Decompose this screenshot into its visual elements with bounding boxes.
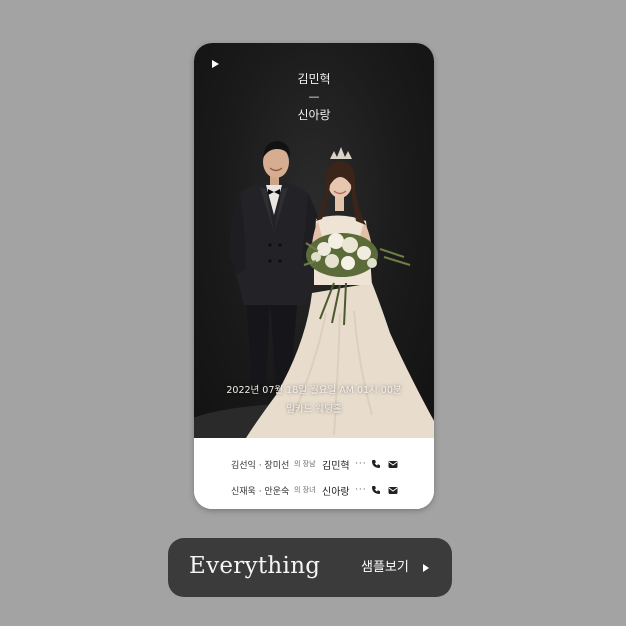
view-sample-button[interactable]: Everything 샘플보기 [168,538,452,597]
couple-names: 김민혁 — 신아랑 [194,71,434,123]
groom-child-name: 김민혁 [322,460,350,472]
bride-name: 신아랑 [297,108,331,122]
bride-relation: 의 장녀 [294,486,316,494]
play-icon [212,60,219,68]
play-arrow-icon [423,564,429,572]
phone-icon[interactable] [371,459,381,469]
phone-icon[interactable] [371,485,381,495]
more-icon[interactable]: ··· [355,459,367,469]
mail-icon[interactable] [388,460,398,469]
event-date-time: 2022년 07월 18일 월요일 AM 01시 00분 [226,385,402,396]
groom-family-row: 김선익 · 장미선 의 장남 김민혁 ··· [194,454,434,474]
template-name: Everything [189,553,321,579]
more-icon[interactable]: ··· [355,485,367,495]
bride-parents: 신재욱 · 안운숙 [231,486,290,497]
mail-icon[interactable] [388,486,398,495]
event-details: 2022년 07월 18일 월요일 AM 01시 00분 밀카드 웨딩홀 [194,381,434,419]
groom-name: 김민혁 [297,72,331,86]
name-separator: — [308,90,320,103]
event-venue: 밀카드 웨딩홀 [286,404,342,415]
groom-relation: 의 장남 [294,460,316,468]
groom-parents: 김선익 · 장미선 [231,460,290,471]
family-info: 김선익 · 장미선 의 장남 김민혁 ··· 신재욱 · 안운숙 의 장녀 신아… [194,438,434,509]
invitation-card-preview[interactable]: 김민혁 — 신아랑 2022년 07월 18일 월요일 AM 01시 00분 밀… [194,43,434,509]
view-sample-label: 샘플보기 [361,560,409,575]
wedding-photo: 김민혁 — 신아랑 2022년 07월 18일 월요일 AM 01시 00분 밀… [194,43,434,438]
bride-child-name: 신아랑 [322,486,350,498]
bride-family-row: 신재욱 · 안운숙 의 장녀 신아랑 ··· [194,480,434,500]
